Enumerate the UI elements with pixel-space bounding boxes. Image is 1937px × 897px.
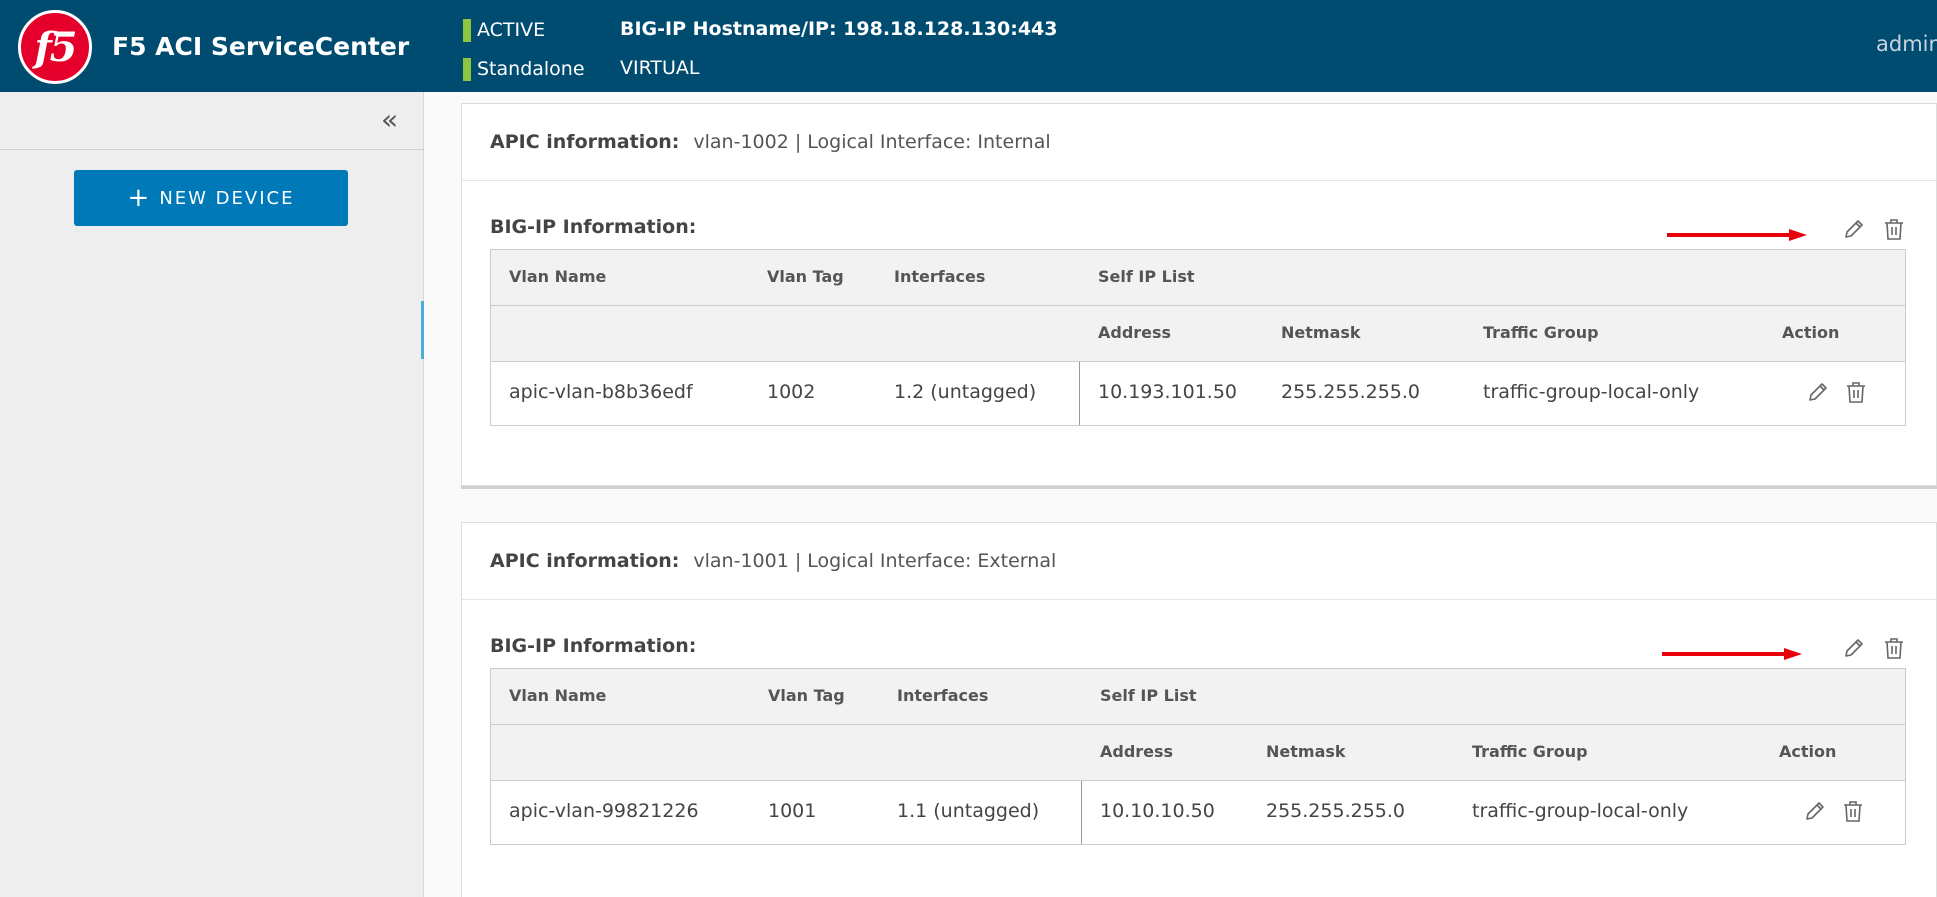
card-actions — [1842, 216, 1906, 242]
table-subheader-row: Address Netmask Traffic Group Action — [491, 725, 1905, 781]
trash-delete-icon[interactable] — [1841, 798, 1865, 824]
col-vlan-name: Vlan Name — [509, 267, 607, 286]
col-traffic-group: Traffic Group — [1483, 323, 1599, 342]
apic-info-label: APIC information: — [490, 131, 680, 153]
col-address: Address — [1100, 742, 1174, 761]
user-menu[interactable]: admin — [1876, 32, 1937, 56]
col-netmask: Netmask — [1281, 323, 1361, 342]
sidebar-header: « — [0, 92, 423, 150]
col-vlan-tag: Vlan Tag — [768, 686, 845, 705]
cell-traffic-group: traffic-group-local-only — [1472, 800, 1689, 822]
col-interfaces: Interfaces — [894, 267, 986, 286]
new-device-label: NEW DEVICE — [159, 187, 295, 209]
pencil-edit-icon[interactable] — [1803, 798, 1827, 824]
cell-vlan-tag: 1002 — [767, 381, 816, 403]
col-action: Action — [1779, 742, 1837, 761]
top-header-bar: f5 F5 ACI ServiceCenter ACTIVE Standalon… — [0, 0, 1937, 92]
col-traffic-group: Traffic Group — [1472, 742, 1588, 761]
apic-info-value: vlan-1001 | Logical Interface: External — [693, 550, 1057, 572]
col-interfaces: Interfaces — [897, 686, 989, 705]
trash-delete-icon[interactable] — [1882, 216, 1906, 242]
double-chevron-left-icon[interactable]: « — [381, 106, 398, 134]
cell-vlan-name: apic-vlan-99821226 — [509, 800, 699, 822]
status-indicator — [463, 57, 471, 81]
apic-info-row: APIC information: vlan-1001 | Logical In… — [462, 523, 1936, 600]
cell-address: 10.193.101.50 — [1098, 381, 1238, 403]
bigip-platform: VIRTUAL — [620, 57, 700, 79]
row-actions — [1806, 379, 1868, 405]
col-self-ip-list: Self IP List — [1098, 267, 1195, 286]
f5-logo: f5 — [18, 10, 92, 84]
cell-interfaces: 1.1 (untagged) — [897, 800, 1040, 822]
sidebar-active-marker — [421, 301, 424, 359]
pencil-edit-icon[interactable] — [1842, 216, 1866, 242]
cell-address: 10.10.10.50 — [1100, 800, 1215, 822]
col-action: Action — [1782, 323, 1840, 342]
pencil-edit-icon[interactable] — [1842, 635, 1866, 661]
bigip-info-label: BIG-IP Information: — [490, 635, 697, 657]
bigip-hostname: BIG-IP Hostname/IP: 198.18.128.130:443 — [620, 18, 1058, 40]
trash-delete-icon[interactable] — [1844, 379, 1868, 405]
sidebar: « + NEW DEVICE — [0, 92, 424, 897]
cell-vlan-name: apic-vlan-b8b36edf — [509, 381, 693, 403]
apic-info-value: vlan-1002 | Logical Interface: Internal — [693, 131, 1051, 153]
apic-info-label: APIC information: — [490, 550, 680, 572]
col-netmask: Netmask — [1266, 742, 1346, 761]
plus-icon: + — [127, 183, 150, 213]
device-mode-status: Standalone — [463, 56, 585, 82]
new-device-button[interactable]: + NEW DEVICE — [74, 170, 348, 226]
row-actions — [1803, 798, 1865, 824]
vlan-table: Vlan Name Vlan Tag Interfaces Self IP Li… — [490, 668, 1906, 845]
table-header-row: Vlan Name Vlan Tag Interfaces Self IP Li… — [491, 669, 1905, 725]
trash-delete-icon[interactable] — [1882, 635, 1906, 661]
ha-status: ACTIVE — [463, 17, 545, 43]
cell-netmask: 255.255.255.0 — [1281, 381, 1421, 403]
table-row: apic-vlan-b8b36edf 1002 1.2 (untagged) 1… — [491, 362, 1905, 425]
vlan-card: APIC information: vlan-1002 | Logical In… — [461, 103, 1937, 486]
status-indicator — [463, 18, 471, 42]
vlan-card: APIC information: vlan-1001 | Logical In… — [461, 522, 1937, 897]
col-vlan-name: Vlan Name — [509, 686, 607, 705]
col-vlan-tag: Vlan Tag — [767, 267, 844, 286]
cell-netmask: 255.255.255.0 — [1266, 800, 1406, 822]
red-arrow-annotation — [1667, 229, 1807, 241]
table-row: apic-vlan-99821226 1001 1.1 (untagged) 1… — [491, 781, 1905, 844]
vlan-table: Vlan Name Vlan Tag Interfaces Self IP Li… — [490, 249, 1906, 426]
ha-status-label: ACTIVE — [477, 19, 546, 41]
app-title: F5 ACI ServiceCenter — [112, 32, 410, 61]
cell-traffic-group: traffic-group-local-only — [1483, 381, 1700, 403]
cell-vlan-tag: 1001 — [768, 800, 817, 822]
red-arrow-annotation — [1662, 648, 1802, 660]
card-actions — [1842, 635, 1906, 661]
table-header-row: Vlan Name Vlan Tag Interfaces Self IP Li… — [491, 250, 1905, 306]
apic-info-row: APIC information: vlan-1002 | Logical In… — [462, 104, 1936, 181]
table-subheader-row: Address Netmask Traffic Group Action — [491, 306, 1905, 362]
device-mode-label: Standalone — [477, 58, 585, 80]
col-address: Address — [1098, 323, 1172, 342]
col-self-ip-list: Self IP List — [1100, 686, 1197, 705]
bigip-info-label: BIG-IP Information: — [490, 216, 697, 238]
pencil-edit-icon[interactable] — [1806, 379, 1830, 405]
cell-interfaces: 1.2 (untagged) — [894, 381, 1037, 403]
